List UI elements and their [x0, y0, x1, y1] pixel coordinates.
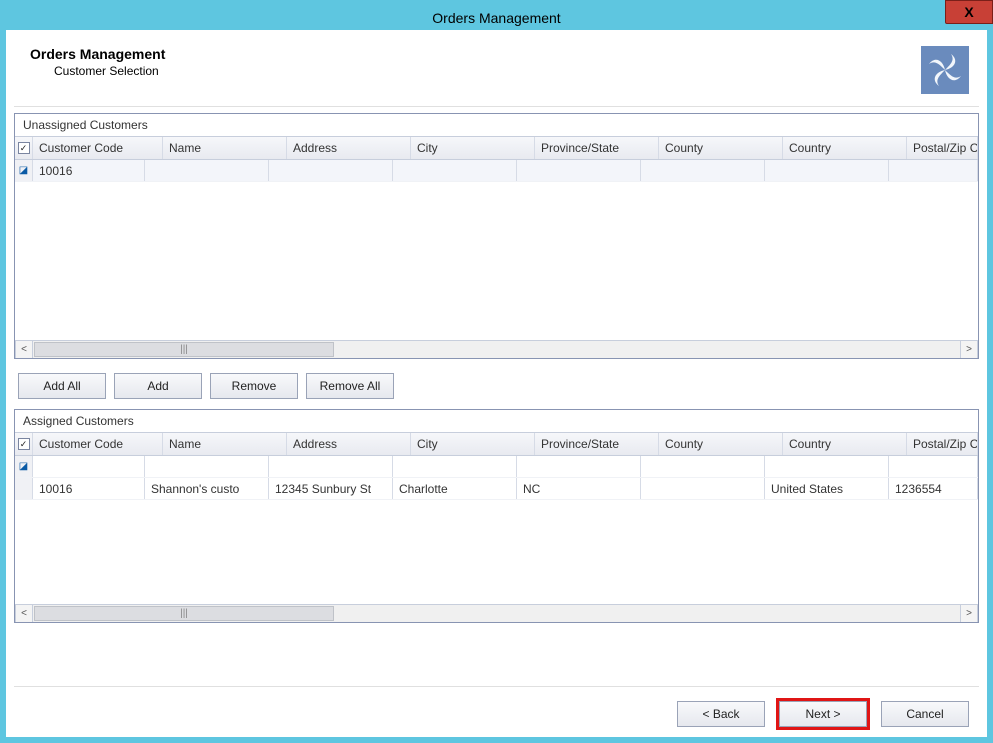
assigned-grid[interactable]: Customer Code Name Address City Province… [15, 432, 978, 622]
col-county[interactable]: County [659, 433, 783, 455]
cell-city[interactable]: Charlotte [393, 478, 517, 499]
add-button[interactable]: Add [114, 373, 202, 399]
col-address[interactable]: Address [287, 433, 411, 455]
cell-postal[interactable] [889, 160, 978, 181]
table-row[interactable]: ◪ 10016 [15, 160, 978, 182]
cell-customer-code[interactable]: 10016 [33, 160, 145, 181]
cancel-button[interactable]: Cancel [881, 701, 969, 727]
remove-button[interactable]: Remove [210, 373, 298, 399]
scroll-track[interactable]: ||| [33, 341, 960, 358]
cell-county[interactable] [641, 456, 765, 477]
cell-address[interactable] [269, 160, 393, 181]
cell-postal[interactable] [889, 456, 978, 477]
unassigned-grid[interactable]: Customer Code Name Address City Province… [15, 136, 978, 358]
cell-province[interactable] [517, 456, 641, 477]
transfer-buttons: Add All Add Remove Remove All [14, 367, 979, 409]
unassigned-panel: Unassigned Customers Customer Code Name … [14, 113, 979, 359]
cell-country[interactable] [765, 456, 889, 477]
wizard-header: Orders Management Customer Selection [14, 40, 979, 106]
back-button[interactable]: < Back [677, 701, 765, 727]
col-postal[interactable]: Postal/Zip C [907, 137, 978, 159]
next-button[interactable]: Next > [779, 701, 867, 727]
row-indicator-icon: ◪ [15, 160, 33, 181]
scroll-thumb[interactable]: ||| [34, 606, 334, 621]
col-province[interactable]: Province/State [535, 433, 659, 455]
pinwheel-icon [925, 50, 965, 90]
cell-province[interactable]: NC [517, 478, 641, 499]
col-customer-code[interactable]: Customer Code [33, 433, 163, 455]
table-row[interactable]: 10016 Shannon's custo 12345 Sunbury St C… [15, 478, 978, 500]
row-indicator-icon [15, 478, 33, 499]
cell-postal[interactable]: 1236554 [889, 478, 978, 499]
cell-address[interactable] [269, 456, 393, 477]
col-province[interactable]: Province/State [535, 137, 659, 159]
col-country[interactable]: Country [783, 137, 907, 159]
col-name[interactable]: Name [163, 137, 287, 159]
header-checkbox-cell[interactable] [15, 433, 33, 455]
col-postal[interactable]: Postal/Zip C [907, 433, 978, 455]
scroll-left-arrow-icon[interactable]: < [15, 605, 33, 622]
cell-city[interactable] [393, 456, 517, 477]
titlebar[interactable]: Orders Management X [6, 6, 987, 30]
col-country[interactable]: Country [783, 433, 907, 455]
page-subtitle: Customer Selection [54, 64, 165, 78]
cell-province[interactable] [517, 160, 641, 181]
client-area: Orders Management Customer Selection Una… [6, 30, 987, 737]
cell-name[interactable]: Shannon's custo [145, 478, 269, 499]
scroll-track[interactable]: ||| [33, 605, 960, 622]
unassigned-title: Unassigned Customers [15, 114, 978, 136]
col-address[interactable]: Address [287, 137, 411, 159]
cell-county[interactable] [641, 478, 765, 499]
window-title: Orders Management [432, 10, 560, 26]
close-button[interactable]: X [945, 0, 993, 24]
row-indicator-icon: ◪ [15, 456, 33, 477]
wizard-footer: < Back Next > Cancel [14, 686, 979, 727]
window-frame: Orders Management X Orders Management Cu… [0, 0, 993, 743]
assigned-grid-body[interactable]: ◪ 10016 Shannon's custo 1 [15, 456, 978, 604]
cell-customer-code[interactable] [33, 456, 145, 477]
cell-country[interactable]: United States [765, 478, 889, 499]
col-name[interactable]: Name [163, 433, 287, 455]
header-text: Orders Management Customer Selection [30, 46, 165, 78]
col-customer-code[interactable]: Customer Code [33, 137, 163, 159]
add-all-button[interactable]: Add All [18, 373, 106, 399]
col-city[interactable]: City [411, 433, 535, 455]
scroll-left-arrow-icon[interactable]: < [15, 341, 33, 358]
header-checkbox-cell[interactable] [15, 137, 33, 159]
cell-name[interactable] [145, 456, 269, 477]
select-all-checkbox[interactable] [18, 142, 30, 154]
col-county[interactable]: County [659, 137, 783, 159]
scroll-right-arrow-icon[interactable]: > [960, 605, 978, 622]
cell-country[interactable] [765, 160, 889, 181]
cell-address[interactable]: 12345 Sunbury St [269, 478, 393, 499]
header-divider [14, 106, 979, 107]
scroll-thumb[interactable]: ||| [34, 342, 334, 357]
page-title: Orders Management [30, 46, 165, 62]
assigned-grid-header: Customer Code Name Address City Province… [15, 432, 978, 456]
app-logo [921, 46, 969, 94]
close-icon: X [964, 4, 973, 20]
assigned-title: Assigned Customers [15, 410, 978, 432]
select-all-checkbox[interactable] [18, 438, 30, 450]
scroll-right-arrow-icon[interactable]: > [960, 341, 978, 358]
cell-county[interactable] [641, 160, 765, 181]
cell-name[interactable] [145, 160, 269, 181]
unassigned-hscrollbar[interactable]: < ||| > [15, 340, 978, 358]
unassigned-grid-header: Customer Code Name Address City Province… [15, 136, 978, 160]
table-row[interactable]: ◪ [15, 456, 978, 478]
cell-city[interactable] [393, 160, 517, 181]
remove-all-button[interactable]: Remove All [306, 373, 394, 399]
cell-customer-code[interactable]: 10016 [33, 478, 145, 499]
col-city[interactable]: City [411, 137, 535, 159]
assigned-panel: Assigned Customers Customer Code Name Ad… [14, 409, 979, 623]
assigned-hscrollbar[interactable]: < ||| > [15, 604, 978, 622]
unassigned-grid-body[interactable]: ◪ 10016 [15, 160, 978, 340]
